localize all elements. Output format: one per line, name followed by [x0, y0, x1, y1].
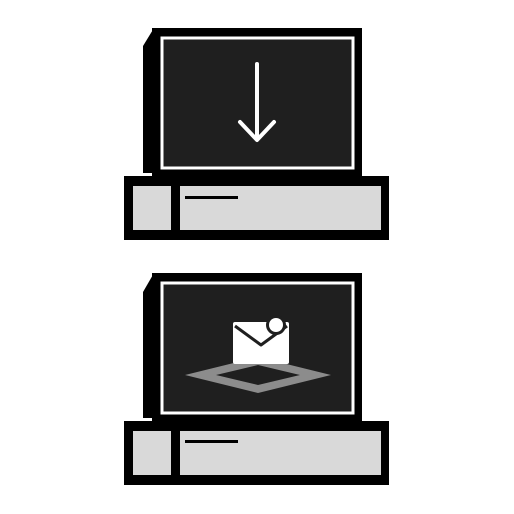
icon-canvas	[0, 0, 514, 514]
base-panel-right	[180, 186, 381, 230]
computer-mail-notification-icon	[124, 273, 389, 485]
base-panel-right	[180, 431, 381, 475]
base-panel-left	[133, 431, 171, 475]
drive-slot	[185, 196, 238, 199]
computer-download-icon	[124, 28, 389, 240]
mail-notification-icon	[233, 315, 289, 364]
computer-icons-sheet	[124, 28, 389, 485]
drive-slot	[185, 440, 238, 443]
notification-dot-fill	[269, 318, 283, 332]
base-panel-left	[133, 186, 171, 230]
